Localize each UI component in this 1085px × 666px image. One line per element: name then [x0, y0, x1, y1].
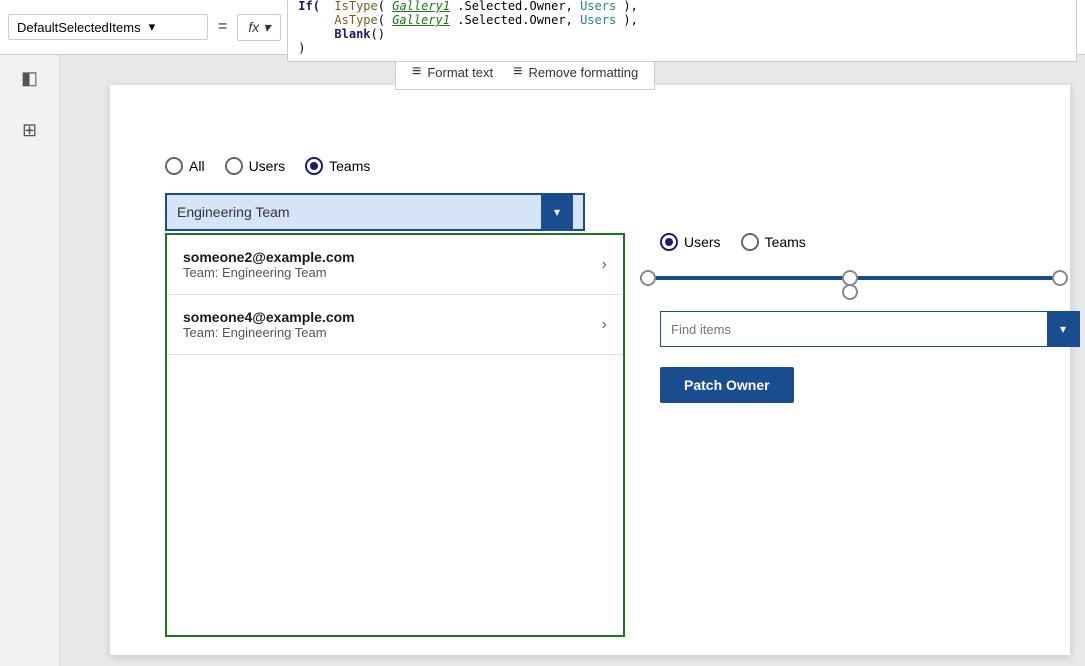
equals-sign: = [214, 18, 231, 36]
components-icon: ⊞ [22, 120, 37, 141]
team-dropdown-arrow[interactable]: ▾ [541, 195, 573, 229]
gallery-item[interactable]: someone4@example.com Team: Engineering T… [167, 295, 623, 355]
gallery-item-email-1: someone2@example.com [183, 249, 355, 265]
radio-teams-label: Teams [329, 158, 370, 174]
radio-users-label: Users [249, 158, 286, 174]
format-text-label: Format text [427, 65, 493, 80]
slider-handle-right[interactable] [1052, 270, 1068, 286]
remove-formatting-btn[interactable]: ≡ Remove formatting [513, 63, 638, 81]
canvas-area: All Users Teams Engineering Team ▾ someo… [60, 55, 1085, 666]
team-dropdown-value: Engineering Team [177, 204, 541, 220]
slider-track-wrapper [640, 268, 1060, 288]
gallery-item-info-2: someone4@example.com Team: Engineering T… [183, 309, 355, 340]
gallery-item[interactable]: someone2@example.com Team: Engineering T… [167, 235, 623, 295]
slider-handle-bottom[interactable] [842, 284, 858, 300]
radio-all-label: All [189, 158, 205, 174]
format-text-icon: ≡ [412, 63, 421, 81]
fx-button[interactable]: fx ▾ [237, 14, 281, 41]
remove-formatting-label: Remove formatting [528, 65, 638, 80]
formula-bar: DefaultSelectedItems ▾ = fx ▾ If( IsType… [0, 0, 1085, 55]
find-items-dropdown-arrow[interactable]: ▾ [1047, 312, 1079, 346]
patch-owner-button[interactable]: Patch Owner [660, 367, 794, 403]
left-sidebar: ☰ ◧ ⊞ [0, 0, 60, 666]
code-line-3: Blank() [298, 27, 1066, 41]
code-line-4: ) [298, 41, 1066, 55]
radio-right-teams-label: Teams [765, 234, 806, 250]
app-preview: All Users Teams Engineering Team ▾ someo… [110, 85, 1070, 655]
radio-group-right: Users Teams [660, 233, 1070, 251]
team-dropdown[interactable]: Engineering Team ▾ [165, 193, 585, 231]
gallery-item-chevron-1: › [602, 256, 607, 274]
property-dropdown[interactable]: DefaultSelectedItems ▾ [8, 14, 208, 40]
radio-teams[interactable]: Teams [305, 157, 370, 175]
fx-label: fx [248, 19, 259, 35]
sidebar-icon-components[interactable]: ⊞ [12, 112, 48, 148]
code-line-1: If( IsType( Gallery1 .Selected.Owner, Us… [298, 0, 1066, 13]
radio-teams-circle [305, 157, 323, 175]
radio-all-circle [165, 157, 183, 175]
gallery-list: someone2@example.com Team: Engineering T… [165, 233, 625, 637]
gallery-item-team-2: Team: Engineering Team [183, 325, 355, 340]
radio-right-teams-circle [741, 233, 759, 251]
gallery-item-chevron-2: › [602, 316, 607, 334]
slider-row [640, 263, 1070, 293]
remove-formatting-icon: ≡ [513, 63, 522, 81]
radio-right-users[interactable]: Users [660, 233, 721, 251]
formula-code-area[interactable]: If( IsType( Gallery1 .Selected.Owner, Us… [287, 0, 1077, 62]
gallery-item-info-1: someone2@example.com Team: Engineering T… [183, 249, 355, 280]
code-line-2: AsType( Gallery1 .Selected.Owner, Users … [298, 13, 1066, 27]
radio-right-users-label: Users [684, 234, 721, 250]
gallery-item-team-1: Team: Engineering Team [183, 265, 355, 280]
radio-all[interactable]: All [165, 157, 205, 175]
slider-handle-left[interactable] [640, 270, 656, 286]
right-panel: Users Teams [640, 233, 1070, 403]
slider-container [640, 263, 1070, 293]
find-items-row: ▾ [660, 311, 1080, 347]
radio-group-top: All Users Teams [165, 157, 370, 175]
radio-right-users-circle [660, 233, 678, 251]
property-dropdown-value: DefaultSelectedItems [17, 20, 141, 35]
layers-icon: ◧ [21, 68, 38, 89]
radio-users-circle [225, 157, 243, 175]
sidebar-icon-layers[interactable]: ◧ [12, 60, 48, 96]
dropdown-chevron-icon: ▾ [149, 19, 199, 35]
fx-chevron-icon: ▾ [263, 19, 270, 36]
format-text-btn[interactable]: ≡ Format text [412, 63, 493, 81]
radio-right-teams[interactable]: Teams [741, 233, 806, 251]
radio-users[interactable]: Users [225, 157, 286, 175]
gallery-empty-space [167, 355, 623, 635]
gallery-item-email-2: someone4@example.com [183, 309, 355, 325]
find-items-input[interactable] [661, 322, 1047, 337]
